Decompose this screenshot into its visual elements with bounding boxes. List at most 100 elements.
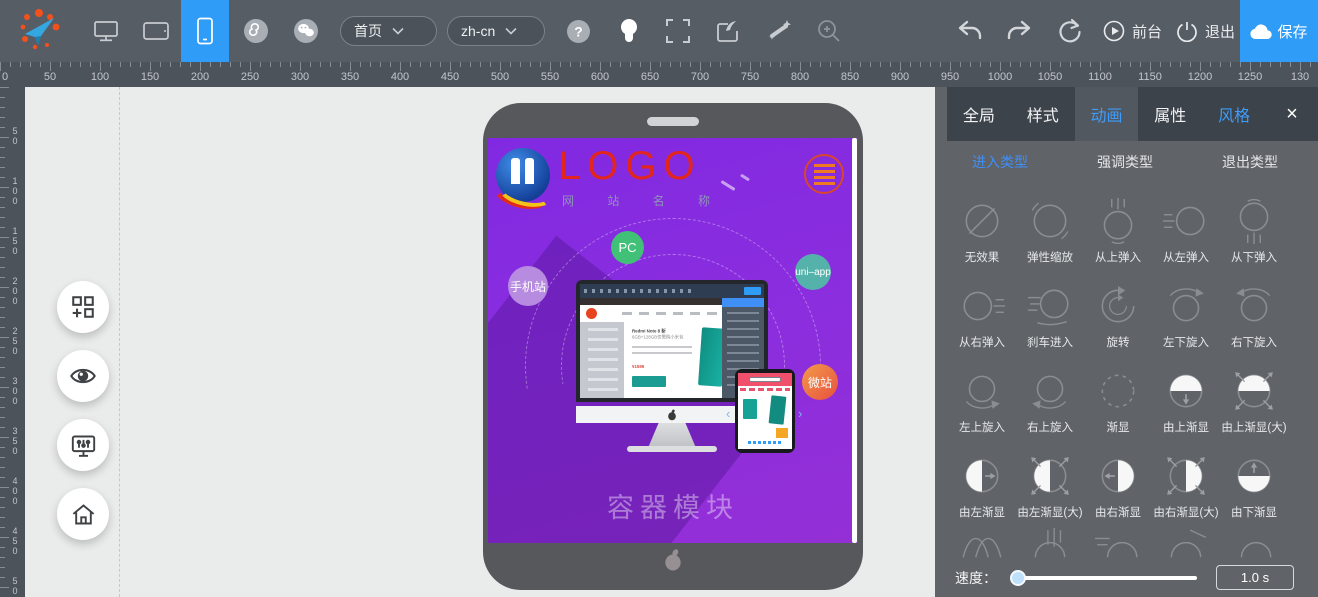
speed-slider-handle[interactable] <box>1010 570 1026 586</box>
animation-effect-option[interactable] <box>948 528 1016 558</box>
animation-effect-option[interactable]: 弹性缩放 <box>1016 198 1084 265</box>
edit-export-icon <box>715 18 741 44</box>
speed-value-box[interactable]: 1.0 s <box>1216 565 1294 590</box>
animation-effect-option[interactable]: 从左弹入 <box>1152 198 1220 265</box>
animation-effect-label: 从右弹入 <box>959 334 1005 350</box>
animation-effect-option[interactable] <box>1016 528 1084 558</box>
tablet-view-button[interactable] <box>138 0 174 62</box>
home-button[interactable] <box>57 488 109 540</box>
save-label: 保存 <box>1277 21 1307 42</box>
tips-button[interactable] <box>615 0 643 62</box>
redo-button[interactable] <box>1004 0 1034 62</box>
refresh-button[interactable] <box>1055 0 1085 62</box>
bubble-pc: PC <box>611 231 644 264</box>
language-dropdown[interactable]: zh-cn <box>447 16 545 46</box>
fullscreen-button[interactable] <box>662 0 694 62</box>
partial-5-icon <box>1231 528 1277 558</box>
page-dropdown[interactable]: 首页 <box>340 16 437 46</box>
animation-effect-option[interactable]: 无效果 <box>948 198 1016 265</box>
animation-effect-option[interactable]: 由下渐显 <box>1220 453 1288 520</box>
editor-canvas[interactable]: LOGO 网 站 名 称 手机站 PC uni–app 微站 <box>25 87 935 597</box>
animation-effect-label: 由左渐显(大) <box>1017 504 1082 520</box>
animation-effect-option[interactable]: 由右渐显(大) <box>1152 453 1220 520</box>
front-preview-label: 前台 <box>1132 21 1162 42</box>
bounce-in-top-icon <box>1095 198 1141 244</box>
animation-effect-option[interactable]: 从上弹入 <box>1084 198 1152 265</box>
hamburger-menu-button[interactable] <box>804 154 844 194</box>
animation-effect-option[interactable]: 由上渐显 <box>1152 368 1220 435</box>
animation-effect-option[interactable]: 由左渐显 <box>948 453 1016 520</box>
animation-effect-option[interactable] <box>1220 528 1288 558</box>
mini-phone-illustration <box>735 369 795 453</box>
animation-effect-option[interactable]: 左上旋入 <box>948 368 1016 435</box>
preview-button[interactable] <box>57 350 109 402</box>
exit-button[interactable]: 退出 <box>1176 0 1235 62</box>
animation-effect-option[interactable]: 从下弹入 <box>1220 198 1288 265</box>
animation-effect-option[interactable]: 从右弹入 <box>948 283 1016 350</box>
tab-global[interactable]: 全局 <box>947 87 1011 141</box>
speed-slider[interactable] <box>1012 576 1197 580</box>
magic-wand-icon <box>765 17 793 45</box>
zoom-search-button[interactable] <box>813 0 845 62</box>
animation-effect-option[interactable] <box>1152 528 1220 558</box>
animation-panel: 全局 样式 动画 属性 风格 × 进入类型 强调类型 退出类型 无效果 弹性缩放… <box>935 87 1318 597</box>
tab-style[interactable]: 样式 <box>1011 87 1075 141</box>
exit-label: 退出 <box>1205 21 1235 42</box>
animation-effect-label: 由左渐显 <box>959 504 1005 520</box>
front-preview-button[interactable]: 前台 <box>1103 0 1162 62</box>
animation-effect-option[interactable]: 刹车进入 <box>1016 283 1084 350</box>
fade-bottom-icon <box>1231 453 1277 499</box>
export-edit-button[interactable] <box>712 0 744 62</box>
miniprogram-button[interactable] <box>240 0 272 62</box>
animation-effect-label: 从下弹入 <box>1231 249 1277 265</box>
container-module-placeholder[interactable]: 容器模块 <box>488 486 858 525</box>
animation-effect-option[interactable]: 由右渐显 <box>1084 453 1152 520</box>
anim-type-exit[interactable]: 退出类型 <box>1222 152 1278 172</box>
phone-page-banner-module[interactable]: LOGO 网 站 名 称 手机站 PC uni–app 微站 <box>488 138 858 543</box>
mobile-icon <box>196 17 214 45</box>
desktop-view-button[interactable] <box>88 0 124 62</box>
animation-effect-option[interactable] <box>1084 528 1152 558</box>
site-logo <box>496 148 554 206</box>
site-logo-text: LOGO <box>558 144 702 189</box>
fade-in-icon <box>1095 368 1141 414</box>
anim-type-enter[interactable]: 进入类型 <box>972 152 1028 172</box>
close-panel-button[interactable]: × <box>1266 87 1318 141</box>
tab-attributes[interactable]: 属性 <box>1138 87 1202 141</box>
mobile-view-button[interactable] <box>181 0 229 62</box>
bubble-uniapp: uni–app <box>795 254 831 290</box>
animation-effect-option[interactable]: 左下旋入 <box>1152 283 1220 350</box>
animation-effect-option[interactable]: 渐显 <box>1084 368 1152 435</box>
save-button[interactable]: 保存 <box>1240 0 1318 62</box>
animation-effect-option[interactable]: 由左渐显(大) <box>1016 453 1084 520</box>
anim-type-emphasis[interactable]: 强调类型 <box>1097 152 1153 172</box>
display-settings-button[interactable] <box>57 419 109 471</box>
animation-effect-option[interactable]: 旋转 <box>1084 283 1152 350</box>
partial-4-icon <box>1163 528 1209 558</box>
wechat-icon <box>293 18 319 44</box>
tab-animation[interactable]: 动画 <box>1075 87 1139 141</box>
bubble-mobile-site: 手机站 <box>508 266 548 306</box>
animation-effect-option[interactable]: 右上旋入 <box>1016 368 1084 435</box>
animation-effect-option[interactable]: 右下旋入 <box>1220 283 1288 350</box>
wechat-button[interactable] <box>290 0 322 62</box>
help-button[interactable]: ? <box>563 0 593 62</box>
partial-1-icon <box>959 528 1005 558</box>
home-icon <box>70 501 97 528</box>
play-circle-icon <box>1103 20 1125 42</box>
animation-effect-label: 由上渐显 <box>1163 419 1209 435</box>
cloud-save-icon <box>1250 23 1272 40</box>
vertical-ruler: 5 01 0 01 5 02 0 02 5 03 0 03 5 04 0 04 … <box>0 87 25 597</box>
animation-effect-label: 弹性缩放 <box>1027 249 1073 265</box>
undo-button[interactable] <box>955 0 985 62</box>
spark-dash <box>740 174 750 182</box>
language-dropdown-value: zh-cn <box>461 23 495 39</box>
magic-wand-button[interactable] <box>762 0 796 62</box>
product-subtitle: 6GB+128GB仅需购小米包 <box>632 334 683 340</box>
animation-effect-option[interactable]: 由上渐显(大) <box>1220 368 1288 435</box>
tab-theme[interactable]: 风格 <box>1202 87 1266 141</box>
add-module-button[interactable] <box>57 281 109 333</box>
page-scrollbar[interactable] <box>852 138 857 543</box>
partial-3-icon <box>1095 528 1141 558</box>
animation-effect-label: 从左弹入 <box>1163 249 1209 265</box>
